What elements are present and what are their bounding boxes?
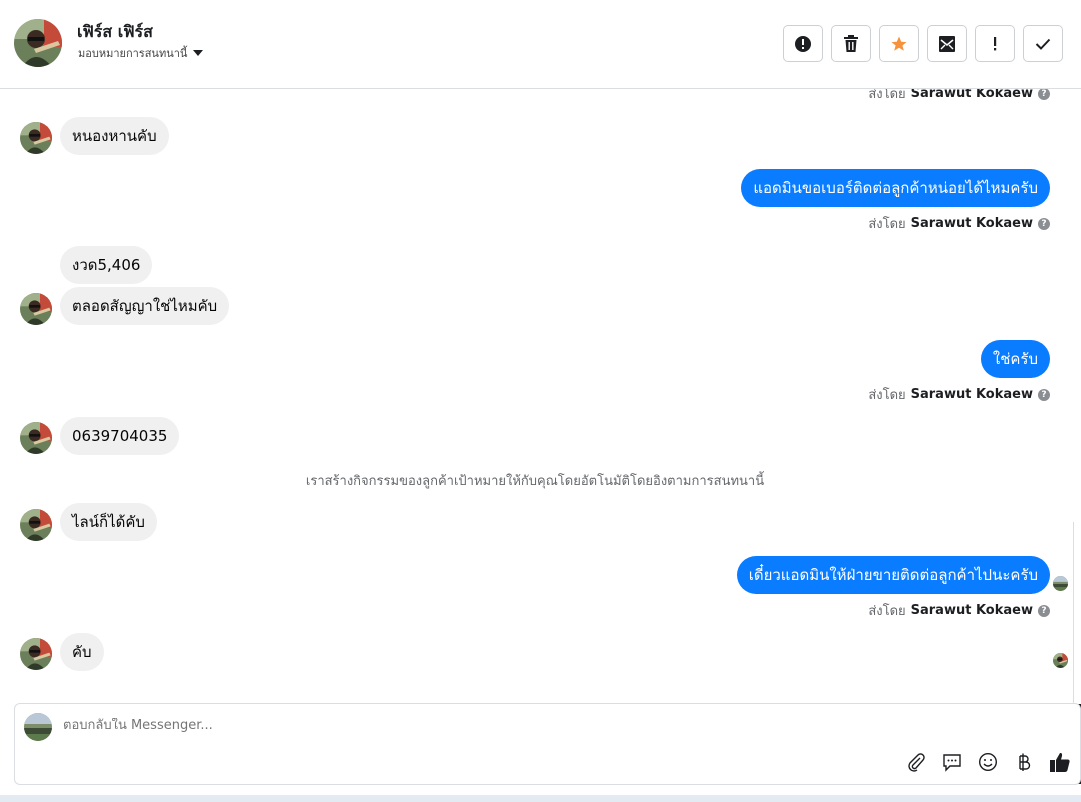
conversation-header: เฟิร์ส เฟิร์ส มอบหมายการสนทนานี้: [0, 0, 1081, 89]
incoming-message[interactable]: งวด5,406: [60, 246, 153, 284]
smiley-icon: [978, 752, 998, 772]
emoji-button[interactable]: [976, 750, 1000, 774]
incoming-message[interactable]: 0639704035: [60, 417, 180, 455]
sent-by-label: ส่งโดย Sarawut Kokaew ?: [868, 384, 1050, 405]
side-panel-edge: [1073, 522, 1081, 784]
page-avatar: [24, 713, 52, 741]
help-icon[interactable]: ?: [1038, 388, 1050, 401]
done-button[interactable]: [1023, 25, 1063, 62]
incoming-message[interactable]: คับ: [60, 633, 104, 671]
sent-by-prefix: ส่งโดย: [868, 388, 906, 403]
baht-icon: [1019, 753, 1031, 771]
reply-input[interactable]: [63, 718, 863, 733]
report-button[interactable]: [783, 25, 823, 62]
alert-circle-icon: [795, 35, 811, 52]
incoming-message[interactable]: ตลอดสัญญาใช่ไหมคับ: [60, 287, 230, 325]
envelope-icon: [939, 35, 955, 52]
contact-avatar[interactable]: [14, 19, 62, 67]
contact-avatar-small[interactable]: [20, 638, 52, 670]
paperclip-icon: [908, 753, 925, 772]
important-button[interactable]: [975, 25, 1015, 62]
outgoing-message[interactable]: เดี๋ยวแอดมินให้ฝ่ายขายติดต่อลูกค้าไปนะคร…: [736, 556, 1050, 594]
message-thread[interactable]: ส่งโดย Sarawut Kokaew ? หนองหานคับ แอดมิ…: [0, 89, 1081, 701]
sent-by-label: ส่งโดย Sarawut Kokaew ?: [868, 213, 1050, 234]
help-icon[interactable]: ?: [1038, 217, 1050, 230]
seen-avatar: [1053, 576, 1068, 591]
help-icon[interactable]: ?: [1038, 89, 1050, 100]
attach-button[interactable]: [904, 750, 928, 774]
contact-avatar-small[interactable]: [20, 122, 52, 154]
contact-name[interactable]: เฟิร์ส เฟิร์ส: [77, 20, 153, 45]
contact-avatar-small[interactable]: [20, 422, 52, 454]
delete-button[interactable]: [831, 25, 871, 62]
caret-down-icon: [193, 50, 204, 56]
contact-avatar-small[interactable]: [20, 509, 52, 541]
trash-icon: [844, 34, 858, 52]
sent-by-prefix: ส่งโดย: [868, 604, 906, 619]
sender-name[interactable]: Sarawut Kokaew: [911, 603, 1033, 618]
contact-avatar-small[interactable]: [20, 293, 52, 325]
seen-avatar: [1053, 653, 1068, 668]
sender-name[interactable]: Sarawut Kokaew: [911, 387, 1033, 402]
saved-replies-button[interactable]: [940, 750, 964, 774]
outgoing-message[interactable]: ใช่ครับ: [980, 340, 1050, 378]
star-button[interactable]: [879, 25, 919, 62]
system-notice: เราสร้างกิจกรรมของลูกค้าเป้าหมายให้กับคุ…: [305, 474, 765, 489]
sent-by-prefix: ส่งโดย: [868, 217, 906, 232]
conversation-actions: [783, 25, 1063, 62]
thumbs-up-icon: [1050, 752, 1070, 772]
exclamation-icon: [994, 36, 997, 50]
like-button[interactable]: [1048, 750, 1072, 774]
outgoing-message[interactable]: แอดมินขอเบอร์ติดต่อลูกค้าหน่อยได้ไหมครับ: [741, 169, 1050, 207]
sender-name[interactable]: Sarawut Kokaew: [911, 216, 1033, 231]
assign-label: มอบหมายการสนทนานี้: [78, 47, 188, 60]
chat-bubble-icon: [943, 754, 961, 772]
payment-button[interactable]: [1012, 750, 1036, 774]
check-icon: [1035, 38, 1051, 50]
star-icon: [891, 36, 907, 51]
sent-by-label: ส่งโดย Sarawut Kokaew ?: [868, 600, 1050, 621]
sent-by-prefix: ส่งโดย: [868, 89, 906, 102]
mark-unread-button[interactable]: [927, 25, 967, 62]
composer-tools: [904, 750, 1072, 774]
assign-conversation-dropdown[interactable]: มอบหมายการสนทนานี้: [78, 44, 204, 62]
help-icon[interactable]: ?: [1038, 604, 1050, 617]
reply-composer: [14, 703, 1081, 785]
incoming-message[interactable]: หนองหานคับ: [60, 117, 169, 155]
sent-by-label: ส่งโดย Sarawut Kokaew ?: [868, 89, 1050, 104]
footer-bar: [0, 795, 1081, 802]
sender-name[interactable]: Sarawut Kokaew: [911, 89, 1033, 101]
incoming-message[interactable]: ไลน์ก็ได้คับ: [60, 503, 157, 541]
